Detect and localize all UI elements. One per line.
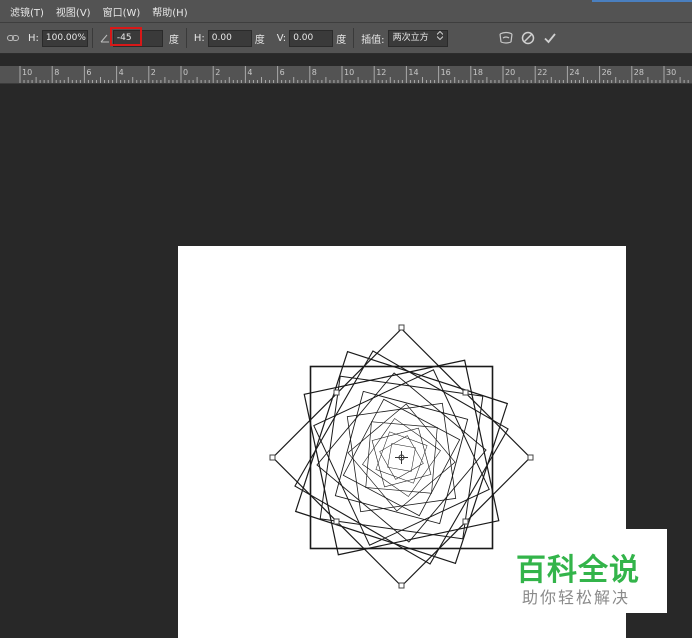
ruler-label: 4 — [247, 68, 253, 77]
ruler-label: 2 — [150, 68, 156, 77]
separator — [91, 28, 93, 48]
separator — [185, 28, 187, 48]
transform-options-bar: H: 100.00% -45 度 H: 0.00 度 V: 0.00 度 插值:… — [0, 22, 692, 54]
interpolation-label: 插值: — [361, 34, 385, 46]
watermark-subtitle: 助你轻松解决 — [522, 588, 631, 607]
transform-handle-top-left[interactable] — [333, 389, 340, 396]
warp-icon[interactable] — [498, 30, 514, 46]
angle-highlight-box — [109, 26, 142, 46]
skew-v-unit: 度 — [336, 34, 347, 46]
skew-v-label: V: — [276, 32, 287, 44]
transform-handle-top-right[interactable] — [462, 389, 469, 396]
menu-view[interactable]: 视图(V) — [50, 4, 97, 19]
skew-h-unit: 度 — [254, 34, 265, 46]
menubar-accent — [592, 0, 692, 2]
ruler-label: 4 — [118, 68, 124, 77]
transform-handle-right[interactable] — [527, 454, 534, 461]
menu-bar: 滤镜(T) 视图(V) 窗口(W) 帮助(H) — [0, 0, 692, 22]
menu-filter[interactable]: 滤镜(T) — [0, 4, 50, 19]
check-icon[interactable] — [542, 30, 558, 46]
cancel-icon[interactable] — [520, 30, 536, 46]
ruler-label: 24 — [569, 68, 580, 77]
transform-handle-left[interactable] — [269, 454, 276, 461]
watermark-title: 百科全说 — [516, 553, 640, 588]
height-percent-field[interactable]: 100.00% — [41, 29, 88, 47]
ruler-label: 22 — [537, 68, 548, 77]
ruler-label: 8 — [311, 68, 317, 77]
separator — [353, 28, 355, 48]
ruler-label: 6 — [279, 68, 285, 77]
ruler-label: 20 — [505, 68, 516, 77]
rotation-center-icon[interactable] — [395, 451, 408, 464]
ruler-label: 10 — [22, 68, 33, 77]
rotated-squares-art[interactable] — [260, 318, 540, 598]
transform-handle-bottom[interactable] — [398, 582, 405, 589]
ruler-label: 16 — [440, 68, 451, 77]
transform-handle-top[interactable] — [398, 324, 405, 331]
skew-v-field[interactable]: 0.00 — [289, 29, 334, 47]
skew-h-field[interactable]: 0.00 — [207, 29, 252, 47]
menu-help[interactable]: 帮助(H) — [146, 4, 193, 19]
menu-window[interactable]: 窗口(W) — [97, 4, 147, 19]
ruler-label: 14 — [408, 68, 419, 77]
ruler-label: 18 — [472, 68, 483, 77]
transform-handle-bottom-left[interactable] — [333, 518, 340, 525]
watermark-logo: 百科全说 助你轻松解决 — [500, 529, 667, 613]
angle-unit: 度 — [168, 34, 179, 46]
skew-h-label: H: — [193, 32, 205, 44]
transform-handle-bottom-right[interactable] — [462, 518, 469, 525]
ruler-label: 0 — [183, 68, 189, 77]
link-icon[interactable] — [5, 30, 21, 46]
ruler-label: 28 — [633, 68, 644, 77]
ruler-label: 26 — [601, 68, 612, 77]
ruler-label: 10 — [344, 68, 355, 77]
ruler-label: 6 — [86, 68, 92, 77]
interpolation-value: 两次立方 — [392, 32, 429, 43]
height-label: H: — [28, 32, 39, 44]
ruler-label: 12 — [376, 68, 387, 77]
ruler-label: 30 — [666, 68, 677, 77]
ruler-label: 8 — [54, 68, 60, 77]
ruler-label: 2 — [215, 68, 221, 77]
horizontal-ruler[interactable]: 10 8 6 4 2 0 2 4 6 8 10 12 14 16 18 20 22 24 26 28 30 — [0, 66, 692, 84]
interpolation-select[interactable]: 两次立方 — [387, 29, 448, 47]
chevron-updown-icon — [436, 30, 443, 46]
